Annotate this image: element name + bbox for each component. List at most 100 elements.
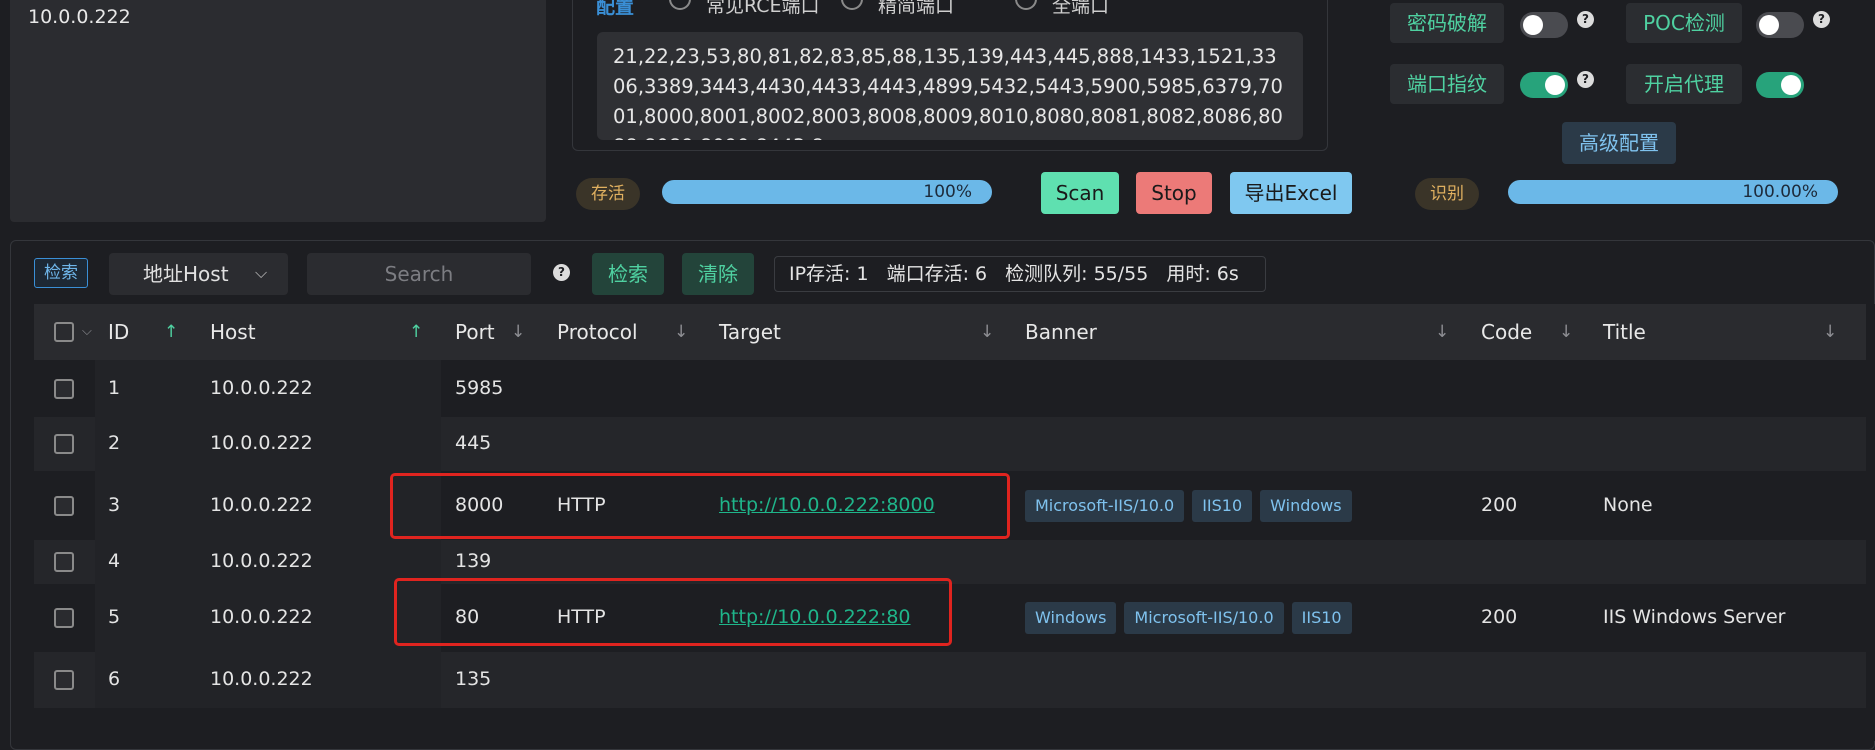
cell-port: 445	[455, 432, 492, 454]
elapsed-stat: 用时: 6s	[1166, 263, 1239, 285]
cell-banner: Microsoft-IIS/10.0 IIS10 Windows	[1025, 489, 1360, 522]
poc-detect-help-icon[interactable]: ?	[1813, 11, 1830, 28]
table-row[interactable]: 4 10.0.0.222 139	[34, 540, 1866, 584]
row-checkbox[interactable]	[54, 378, 74, 399]
port-fingerprint-help-icon[interactable]: ?	[1577, 71, 1594, 88]
col-banner[interactable]: Banner	[1025, 304, 1097, 360]
port-fingerprint-label: 端口指纹	[1390, 64, 1504, 104]
ip-alive-stat: IP存活: 1	[789, 263, 869, 285]
highlight-box	[394, 578, 952, 646]
cell-id: 3	[108, 493, 121, 516]
cell-title: IIS Windows Server	[1603, 606, 1786, 628]
table-scrollbar[interactable]	[1866, 304, 1875, 741]
port-config-label: 配置	[596, 0, 635, 18]
sort-id-icon[interactable]: ↑	[164, 304, 178, 360]
col-host[interactable]: Host	[210, 304, 256, 360]
highlight-box	[390, 473, 1010, 539]
select-menu-chevron-icon[interactable]: ⌵	[82, 304, 92, 360]
banner-tag: Windows	[1260, 489, 1352, 522]
col-title[interactable]: Title	[1603, 304, 1646, 360]
radio-label-all: 全端口	[1052, 0, 1110, 17]
cell-title: None	[1603, 493, 1653, 516]
col-protocol[interactable]: Protocol	[557, 304, 638, 360]
password-crack-label: 密码破解	[1390, 3, 1504, 43]
banner-tag: Microsoft-IIS/10.0	[1124, 602, 1284, 634]
toggle-knob	[1523, 15, 1543, 35]
banner-tag: IIS10	[1192, 489, 1253, 522]
toggle-knob	[1545, 75, 1565, 95]
cell-id: 2	[108, 432, 121, 454]
ports-textarea[interactable]: 21,22,23,53,80,81,82,83,85,88,135,139,44…	[597, 32, 1303, 140]
proxy-label: 开启代理	[1626, 64, 1742, 104]
search-help-icon[interactable]: ?	[553, 264, 570, 281]
target-textarea[interactable]	[10, 0, 546, 222]
poc-detect-toggle[interactable]	[1756, 12, 1804, 38]
banner-tag: Microsoft-IIS/10.0	[1025, 489, 1185, 522]
cell-port: 139	[455, 550, 492, 572]
table-row[interactable]: 6 10.0.0.222 135	[34, 652, 1866, 708]
sort-banner-icon[interactable]: ↓	[1435, 304, 1449, 360]
cell-id: 1	[108, 376, 121, 399]
row-checkbox[interactable]	[54, 608, 74, 628]
cell-banner: Windows Microsoft-IIS/10.0 IIS10	[1025, 602, 1360, 634]
identify-label: 识别	[1415, 178, 1479, 210]
identify-progress-text: 100.00%	[1742, 182, 1818, 202]
sort-code-icon[interactable]: ↓	[1559, 304, 1573, 360]
toggle-knob	[1759, 15, 1779, 35]
col-port[interactable]: Port	[455, 304, 495, 360]
table-row[interactable]: 2 10.0.0.222 445	[34, 417, 1866, 471]
search-input[interactable]	[307, 253, 531, 295]
chevron-down-icon: ⌵	[255, 263, 268, 282]
cell-id: 4	[108, 550, 121, 572]
table-header: ⌵ ID ↑ Host ↑ Port ↓ Protocol ↓ Target ↓…	[34, 304, 1866, 360]
advanced-config-button[interactable]: 高级配置	[1562, 122, 1676, 164]
cell-host: 10.0.0.222	[210, 432, 313, 454]
poc-detect-label: POC检测	[1626, 3, 1742, 43]
row-checkbox[interactable]	[54, 434, 74, 454]
sort-host-icon[interactable]: ↑	[409, 304, 423, 360]
banner-tag: Windows	[1025, 602, 1117, 634]
radio-label-simple: 精简端口	[878, 0, 955, 17]
password-crack-help-icon[interactable]: ?	[1577, 11, 1594, 28]
sort-port-icon[interactable]: ↓	[511, 304, 525, 360]
identify-progress-bar: 100.00%	[1508, 180, 1838, 204]
col-code[interactable]: Code	[1481, 304, 1532, 360]
row-checkbox[interactable]	[54, 552, 74, 572]
sort-protocol-icon[interactable]: ↓	[674, 304, 688, 360]
search-button[interactable]: 检索	[592, 253, 664, 295]
port-alive-stat: 端口存活: 6	[886, 263, 988, 285]
export-excel-button[interactable]: 导出Excel	[1230, 172, 1352, 214]
table-row[interactable]: 1 10.0.0.222 5985	[34, 360, 1866, 417]
sort-title-icon[interactable]: ↓	[1823, 304, 1837, 360]
stats-bar: IP存活: 1 端口存活: 6 检测队列: 55/55 用时: 6s	[774, 256, 1266, 292]
cell-code: 200	[1481, 606, 1518, 628]
banner-tag: IIS10	[1291, 602, 1352, 634]
col-target[interactable]: Target	[719, 304, 781, 360]
port-fingerprint-toggle[interactable]	[1520, 72, 1568, 98]
cell-host: 10.0.0.222	[210, 376, 313, 399]
cell-port: 5985	[455, 376, 504, 399]
proxy-toggle[interactable]	[1756, 72, 1804, 98]
cell-id: 6	[108, 668, 121, 690]
cell-host: 10.0.0.222	[210, 606, 313, 628]
select-all-checkbox[interactable]	[54, 322, 74, 342]
sort-target-icon[interactable]: ↓	[980, 304, 994, 360]
target-value: 10.0.0.222	[28, 6, 131, 28]
toggle-knob	[1781, 75, 1801, 95]
alive-label: 存活	[576, 178, 640, 210]
search-tag: 检索	[34, 258, 88, 288]
cell-id: 5	[108, 606, 121, 628]
cell-code: 200	[1481, 493, 1518, 516]
cell-host: 10.0.0.222	[210, 493, 313, 516]
cell-host: 10.0.0.222	[210, 550, 313, 572]
cell-port: 135	[455, 668, 492, 690]
row-checkbox[interactable]	[54, 670, 74, 690]
stop-button[interactable]: Stop	[1136, 172, 1212, 214]
scan-button[interactable]: Scan	[1041, 172, 1119, 214]
col-id[interactable]: ID	[108, 304, 129, 360]
row-checkbox[interactable]	[54, 495, 74, 516]
alive-progress-bar: 100%	[662, 180, 992, 204]
clear-button[interactable]: 清除	[682, 253, 754, 295]
password-crack-toggle[interactable]	[1520, 12, 1568, 38]
alive-progress-text: 100%	[923, 182, 972, 202]
